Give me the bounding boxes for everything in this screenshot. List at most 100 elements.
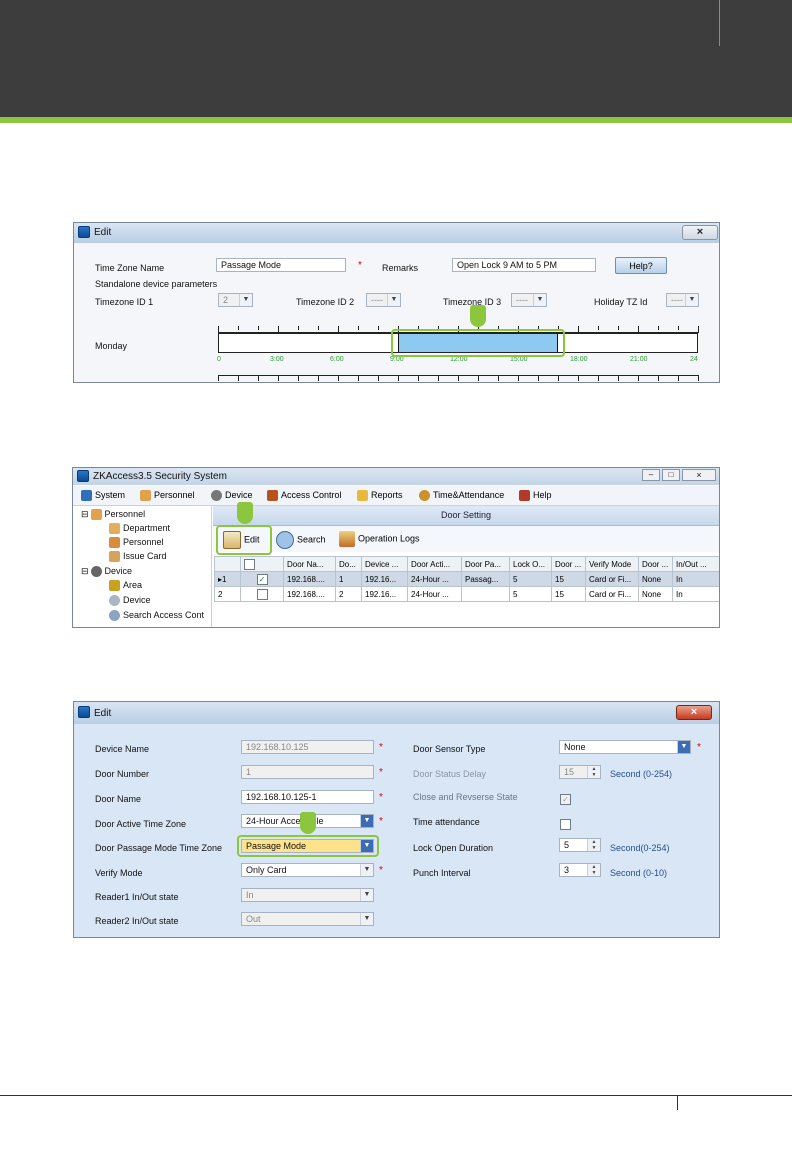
column-header[interactable]: Do... — [335, 556, 362, 572]
maximize-button[interactable]: □ — [662, 469, 680, 481]
verify-mode-select[interactable]: Only Card ▼ — [241, 863, 374, 877]
column-header[interactable]: Door Acti... — [407, 556, 462, 572]
search-icon — [109, 610, 120, 622]
timeline-label: 24 — [690, 356, 698, 363]
tree-device-child[interactable]: Device — [109, 595, 151, 607]
door-number-label: Door Number — [95, 769, 150, 779]
row-checkbox[interactable] — [256, 588, 268, 600]
table-cell: Passag... — [461, 571, 510, 587]
row-index: ▸1 — [214, 571, 241, 587]
tz-name-input[interactable]: Passage Mode — [216, 258, 346, 272]
required-mark: * — [358, 260, 362, 271]
person-icon — [140, 490, 151, 502]
table-row[interactable]: 2 192.168.... 2 192.16... 24-Hour ... 5 15 Card… — [214, 586, 719, 602]
remarks-input[interactable]: Open Lock 9 AM to 5 PM — [452, 258, 596, 272]
time-attendance-checkbox[interactable] — [560, 816, 571, 834]
column-header[interactable] — [240, 556, 284, 572]
operation-logs-button[interactable]: Operation Logs — [339, 531, 420, 547]
chevron-down-icon: ▼ — [360, 889, 373, 901]
table-cell: None — [638, 571, 673, 587]
menu-access-control[interactable]: Access Control — [267, 490, 342, 502]
required-mark: * — [379, 767, 383, 778]
highlight-frame — [237, 835, 379, 857]
lock-open-stepper[interactable]: 5 ▲ ▼ — [559, 838, 601, 852]
holiday-select[interactable]: ---- ▼ — [666, 293, 699, 307]
timeline-label: 3:00 — [270, 356, 284, 363]
sensor-type-select[interactable]: None ▼ — [559, 740, 691, 754]
title-bar: Edit × — [74, 223, 719, 243]
column-header[interactable]: Lock O... — [509, 556, 552, 572]
close-button[interactable]: × — [682, 225, 718, 240]
tree-personnel-child[interactable]: Personnel — [109, 537, 164, 549]
active-tz-label: Door Active Time Zone — [95, 819, 187, 829]
help-button[interactable]: Help? — [615, 257, 667, 274]
tree-issue-card[interactable]: Issue Card — [109, 551, 167, 563]
reader2-select[interactable]: Out ▼ — [241, 912, 374, 926]
menu-reports[interactable]: Reports — [357, 490, 403, 502]
timeline-tick — [658, 326, 659, 330]
tree-label: Personnel — [104, 509, 146, 519]
monitor-icon — [81, 490, 92, 502]
tz3-select[interactable]: ---- ▼ — [511, 293, 547, 307]
reader1-value: In — [246, 890, 254, 900]
menu-label: Personnel — [154, 490, 195, 500]
door-number-input[interactable]: 1 — [241, 765, 374, 779]
column-header[interactable]: Verify Mode — [585, 556, 639, 572]
search-button[interactable]: Search — [276, 531, 326, 549]
menu-help[interactable]: Help — [519, 490, 552, 502]
tree-area[interactable]: Area — [109, 580, 142, 592]
tz1-select[interactable]: 2 ▼ — [218, 293, 253, 307]
menu-personnel[interactable]: Personnel — [140, 490, 195, 502]
menu-time-attendance[interactable]: Time&Attendance — [419, 490, 504, 502]
table-cell: 24-Hour ... — [407, 571, 462, 587]
door-name-input[interactable]: 192.168.10.125-1 — [241, 790, 374, 804]
door-table: Door Na... Do... Device ... Door Acti... Doo… — [214, 556, 719, 602]
app-icon — [78, 226, 90, 238]
area-icon — [109, 580, 120, 592]
close-reverse-checkbox[interactable]: ✓ — [560, 791, 571, 809]
reader1-select[interactable]: In ▼ — [241, 888, 374, 902]
timeline-tick — [378, 326, 379, 330]
stepper-arrows-icon: ▲ ▼ — [587, 839, 600, 851]
row-checkbox[interactable]: ✓ — [256, 573, 268, 585]
header-band — [0, 0, 792, 117]
column-header[interactable]: In/Out ... — [672, 556, 719, 572]
table-cell: 192.16... — [361, 571, 408, 587]
tree-search[interactable]: Search Access Cont — [109, 610, 204, 622]
close-button[interactable]: × — [676, 705, 712, 720]
tree-device[interactable]: ⊟ Device — [81, 566, 132, 578]
holiday-value: ---- — [671, 295, 683, 305]
card-icon — [109, 551, 120, 563]
column-header[interactable]: Door ... — [638, 556, 673, 572]
column-header[interactable]: Door Na... — [283, 556, 336, 572]
row-number: 1 — [222, 574, 227, 584]
column-header[interactable]: Device ... — [361, 556, 408, 572]
checkbox-box — [560, 819, 571, 831]
table-cell: 5 — [509, 571, 552, 587]
table-cell: Card or Fi... — [585, 586, 639, 602]
table-row[interactable]: ▸1 ✓ 192.168.... 1 192.16... 24-Hour ... Passa… — [214, 571, 719, 587]
punch-interval-stepper[interactable]: 3 ▲ ▼ — [559, 863, 601, 877]
reader1-label: Reader1 In/Out state — [95, 892, 179, 902]
tree-personnel[interactable]: ⊟ Personnel — [81, 509, 146, 521]
timeline-tick — [358, 326, 359, 330]
logs-label: Operation Logs — [358, 533, 420, 544]
column-header[interactable] — [214, 556, 241, 572]
select-all-checkbox[interactable] — [244, 558, 255, 570]
status-delay-stepper[interactable]: 15 ▲ ▼ — [559, 765, 601, 779]
status-delay-unit: Second (0-254) — [610, 769, 673, 779]
tz1-value: 2 — [223, 295, 229, 305]
tz2-select[interactable]: ---- ▼ — [366, 293, 401, 307]
minimize-button[interactable]: – — [642, 469, 660, 481]
column-header[interactable]: Door Pa... — [461, 556, 510, 572]
tree-department[interactable]: Department — [109, 523, 170, 535]
close-button[interactable]: × — [682, 469, 716, 481]
required-mark: * — [379, 865, 383, 876]
punch-interval-value: 3 — [564, 865, 570, 875]
window-title: Edit — [94, 708, 112, 719]
timeline-label: 18:00 — [570, 356, 588, 363]
menu-system[interactable]: System — [81, 490, 125, 502]
menu-device[interactable]: Device — [211, 490, 253, 502]
column-header[interactable]: Door ... — [551, 556, 586, 572]
device-name-input[interactable]: 192.168.10.125 — [241, 740, 374, 754]
